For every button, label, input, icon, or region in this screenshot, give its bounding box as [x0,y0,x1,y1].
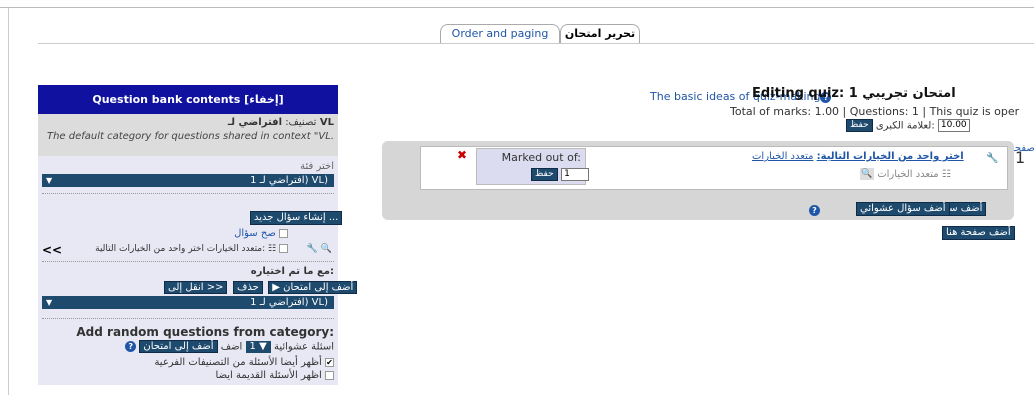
category-select-value: افتراضي لـ 1) VL) [250,175,328,186]
help-icon[interactable]: ? [125,341,137,352]
preview-magnifier-icon[interactable]: 🔍 [860,168,874,180]
show-subcategories-checkbox[interactable]: ✔ [325,357,334,367]
move-to-category-select[interactable]: ▼ افتراضي لـ 1) VL) [42,296,334,309]
category-name: افتراضي لـ VL [227,117,334,128]
show-old-row: اظهر الأسئلة القديمة ايضا [216,370,334,381]
add-to-quiz-arrows-icon[interactable]: << [42,243,62,257]
tab-edit-quiz[interactable]: تحرير امتحان [560,24,640,44]
marked-out-of-box: Marked out of: حفظ 1 [476,148,590,185]
bank-question-text: متعدد الخيارات اختر واحد من الخيارات الت… [95,244,266,254]
top-divider [0,7,1034,8]
marks-summary: Total of marks: 1.00 | Questions: 1 | Th… [730,105,1020,118]
add-page-button[interactable]: أضف صفحة هنا [942,226,1015,240]
question-type-text: متعدد الخيارات [877,169,939,180]
show-subcategories-label: أظهر أيضا الأسئلة من التصنيفات الفرعية [154,357,322,368]
edit-wrench-icon[interactable]: 🔧 [307,244,318,254]
preview-magnifier-icon[interactable]: 🔍 [321,244,332,254]
category-select[interactable]: ▼ افتراضي لـ 1) VL) [42,174,334,187]
multichoice-icon: ☷ [941,169,951,180]
quiz-editor-page: Order and paging تحرير امتحان The basic … [0,0,1034,395]
separator [42,318,334,319]
category-description: The default category for questions share… [46,131,334,142]
add-to-quiz-button[interactable]: ▶ أضف إلى امتحان [268,281,358,294]
random-questions-row: ? أضف إلى امتحان اسئلة عشوائية 1 ▼ اضف [125,340,334,353]
tab-underline [38,43,1034,44]
slot-number: 1 [1015,148,1026,167]
category-line: تصنيف: افتراضي لـ VL [228,117,334,128]
question-type-link[interactable]: متعدد الخيارات [752,151,813,162]
move-to-button[interactable]: انقل إلى >> [164,281,228,294]
marked-out-of-input[interactable]: 1 [561,167,590,181]
with-selected-buttons: انقل إلى >> حذف ▶ أضف إلى امتحان [162,280,358,294]
move-select-value: افتراضي لـ 1) VL) [250,297,328,308]
max-grade-save-button[interactable]: حفظ [846,119,873,132]
random-questions-heading: Add random questions from category: [76,325,334,339]
delete-icon[interactable]: ✖ [457,148,467,162]
max-grade-label: لعلامة الكبرى: [875,120,935,132]
max-grade-row: حفظ لعلامة الكبرى: 10.00 [846,119,970,132]
question-name-link[interactable]: اختر واحد من الخيارات التالية: [817,151,964,162]
question-checkbox[interactable] [279,244,288,253]
random-suffix: اسئلة عشوائية [273,341,334,353]
help-circle-icon[interactable]: ? [809,204,820,216]
random-add-button[interactable]: أضف إلى امتحان [139,340,218,353]
sort-header: صح سؤال [234,228,288,239]
left-divider [8,8,9,395]
create-question-button[interactable]: إنشاء سؤال جديد ... [250,211,343,225]
page-title: Editing quiz: امتحان تجريبي 1 [752,86,956,101]
add-to-quiz-label: أضف إلى امتحان [283,282,354,293]
question-bank-header[interactable]: Question bank contents [إخفاء] [38,85,338,114]
select-all-checkbox[interactable] [279,228,288,238]
category-prefix: تصنيف: [285,117,317,128]
dropdown-arrow-icon: ▼ [46,298,53,307]
marked-out-of-label: Marked out of: [501,151,581,164]
choose-category-label: اختر فئة [300,161,334,172]
list-item: << متعدد الخيارات اختر واحد من الخيارات … [38,242,338,258]
show-old-label: اظهر الأسئلة القديمة ايضا [215,370,322,381]
random-add-prefix: اضف [220,341,243,353]
add-random-question-button[interactable]: أضف سؤال عشوائي [856,202,950,216]
separator [42,261,334,262]
tab-order-and-paging[interactable]: Order and paging [440,24,560,44]
bank-question-row: متعدد الخيارات اختر واحد من الخيارات الت… [95,244,288,254]
separator [42,193,334,194]
sort-text[interactable]: صح سؤال [234,228,276,239]
category-info: تصنيف: افتراضي لـ VL The default categor… [38,114,338,156]
random-count-value: 1 [249,340,256,352]
marked-save-button[interactable]: حفظ [531,167,558,181]
question-type-line: 🔍 متعدد الخيارات ☷ [860,168,951,180]
with-selected-label: مع ما تم اختياره: [250,266,334,277]
random-count-select[interactable]: 1 ▼ [245,340,271,353]
max-grade-input[interactable]: 10.00 [937,119,970,132]
help-icon-add[interactable]: ? [809,203,820,216]
question-bank-panel: Question bank contents [إخفاء] تصنيف: اف… [38,85,358,385]
show-subcategories-row: أظهر أيضا الأسئلة من التصنيفات الفرعية ✔ [154,357,334,368]
show-old-checkbox[interactable] [325,370,334,380]
delete-button[interactable]: حذف [232,281,263,294]
marked-out-of-row: حفظ 1 [531,167,590,181]
edit-wrench-icon[interactable]: 🔧 [986,153,998,164]
question-title-line: اختر واحد من الخيارات التالية: متعدد الخ… [752,151,964,162]
multichoice-icon: ☷ [268,244,277,254]
dropdown-arrow-icon: ▼ [46,176,53,185]
